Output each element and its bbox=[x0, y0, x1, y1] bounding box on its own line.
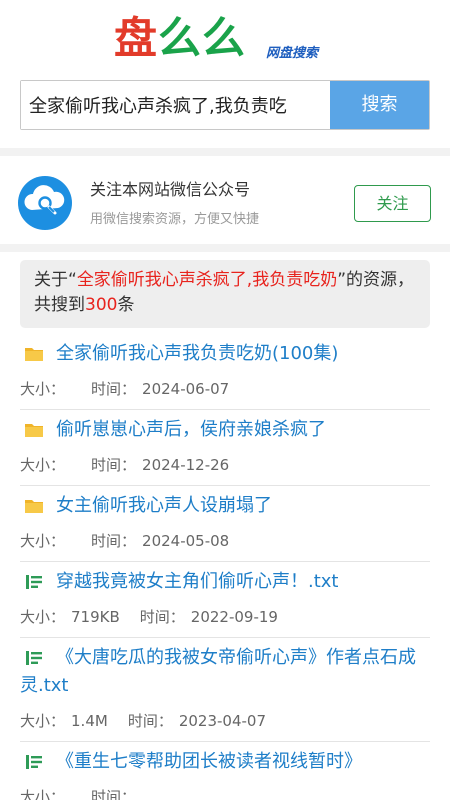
folder-icon bbox=[25, 348, 43, 361]
wechat-search-icon bbox=[18, 176, 72, 230]
divider bbox=[0, 244, 450, 252]
wechat-follow-banner: 关注本网站微信公众号 用微信搜索资源，方便又快捷 关注 bbox=[0, 160, 450, 244]
size-label: 大小： bbox=[20, 608, 66, 626]
result-link[interactable]: 《大唐吃瓜的我被女帝偷听心声》作者点石成灵.txt bbox=[20, 644, 430, 700]
result-link[interactable]: 全家偷听我心声我负责吃奶(100集) bbox=[20, 340, 430, 368]
text-file-icon bbox=[26, 755, 42, 769]
time-value: 2023-04-07 bbox=[178, 712, 267, 730]
result-link[interactable]: 穿越我竟被女主角们偷听心声！.txt bbox=[20, 568, 430, 596]
logo-text: 盘么么 bbox=[114, 10, 246, 68]
result-summary: 关于“全家偷听我心声杀疯了,我负责吃奶”的资源，共搜到300条 bbox=[20, 260, 430, 328]
time-label: 时间： bbox=[91, 456, 137, 474]
result-meta: 大小： 时间： 2024-12-26 bbox=[20, 454, 430, 475]
result-list: 全家偷听我心声我负责吃奶(100集) 大小： 时间： 2024-06-07 偷听崽崽… bbox=[20, 334, 430, 800]
logo-part2: 么么 bbox=[158, 14, 246, 64]
result-meta: 大小： 时间： 2024-05-08 bbox=[20, 530, 430, 551]
time-value: 2024-12-26 bbox=[142, 456, 230, 474]
summary-suffix: 条 bbox=[117, 295, 135, 315]
folder-icon bbox=[25, 424, 43, 437]
time-value: 2024-06-07 bbox=[142, 380, 230, 398]
result-title: 《重生七零帮助团长被读者视线暂时》 bbox=[56, 751, 362, 772]
result-title: 女主偷听我心声人设崩塌了 bbox=[56, 495, 272, 516]
follow-subtitle: 用微信搜索资源，方便又快捷 bbox=[90, 212, 260, 227]
time-value: 2022-09-19 bbox=[190, 608, 278, 626]
list-item: 《大唐吃瓜的我被女帝偷听心声》作者点石成灵.txt 大小： 1.4M 时间： 2023… bbox=[20, 638, 430, 742]
list-item: 穿越我竟被女主角们偷听心声！.txt 大小： 719KB 时间： 2022-09-19 bbox=[20, 562, 430, 638]
divider bbox=[0, 148, 450, 156]
result-link[interactable]: 偷听崽崽心声后，侯府亲娘杀疯了 bbox=[20, 416, 430, 444]
result-title: 偷听崽崽心声后，侯府亲娘杀疯了 bbox=[56, 419, 326, 440]
size-label: 大小： bbox=[20, 712, 66, 730]
result-title: 全家偷听我心声我负责吃奶(100集) bbox=[56, 343, 339, 364]
logo[interactable]: 盘么么 网盘搜索 bbox=[0, 10, 450, 72]
list-item: 偷听崽崽心声后，侯府亲娘杀疯了 大小： 时间： 2024-12-26 bbox=[20, 410, 430, 486]
result-title: 《大唐吃瓜的我被女帝偷听心声》作者点石成灵.txt bbox=[20, 647, 416, 696]
list-item: 全家偷听我心声我负责吃奶(100集) 大小： 时间： 2024-06-07 bbox=[20, 334, 430, 410]
follow-button[interactable]: 关注 bbox=[354, 185, 431, 222]
text-file-icon bbox=[26, 651, 42, 665]
time-label: 时间： bbox=[139, 608, 185, 626]
size-label: 大小： bbox=[20, 532, 66, 550]
summary-prefix: 关于“ bbox=[34, 270, 77, 290]
list-item: 女主偷听我心声人设崩塌了 大小： 时间： 2024-05-08 bbox=[20, 486, 430, 562]
result-meta: 大小： 时间： 2024-06-07 bbox=[20, 378, 430, 399]
summary-keyword: 全家偷听我心声杀疯了,我负责吃奶 bbox=[76, 270, 338, 290]
list-item: 《重生七零帮助团长被读者视线暂时》 大小： 时间： bbox=[20, 742, 430, 800]
result-meta: 大小： 719KB 时间： 2022-09-19 bbox=[20, 606, 430, 627]
logo-part1: 盘 bbox=[114, 14, 158, 64]
result-title: 穿越我竟被女主角们偷听心声！.txt bbox=[56, 571, 339, 592]
logo-subtitle: 网盘搜索 bbox=[266, 46, 319, 61]
text-file-icon bbox=[26, 575, 42, 589]
time-label: 时间： bbox=[91, 380, 137, 398]
size-value: 1.4M bbox=[71, 712, 108, 730]
time-label: 时间： bbox=[127, 712, 173, 730]
folder-icon bbox=[25, 500, 43, 513]
search-bar: 搜索 bbox=[20, 80, 430, 130]
result-link[interactable]: 女主偷听我心声人设崩塌了 bbox=[20, 492, 430, 520]
result-meta: 大小： 时间： bbox=[20, 786, 430, 800]
summary-count: 300 bbox=[85, 295, 118, 315]
follow-title: 关注本网站微信公众号 bbox=[90, 180, 251, 199]
result-meta: 大小： 1.4M 时间： 2023-04-07 bbox=[20, 710, 430, 731]
search-button[interactable]: 搜索 bbox=[330, 81, 429, 129]
size-label: 大小： bbox=[20, 456, 66, 474]
search-input[interactable] bbox=[21, 81, 331, 129]
time-label: 时间： bbox=[91, 788, 137, 800]
time-value: 2024-05-08 bbox=[142, 532, 230, 550]
size-value: 719KB bbox=[71, 608, 120, 626]
result-link[interactable]: 《重生七零帮助团长被读者视线暂时》 bbox=[20, 748, 430, 776]
time-label: 时间： bbox=[91, 532, 137, 550]
size-label: 大小： bbox=[20, 788, 66, 800]
size-label: 大小： bbox=[20, 380, 66, 398]
